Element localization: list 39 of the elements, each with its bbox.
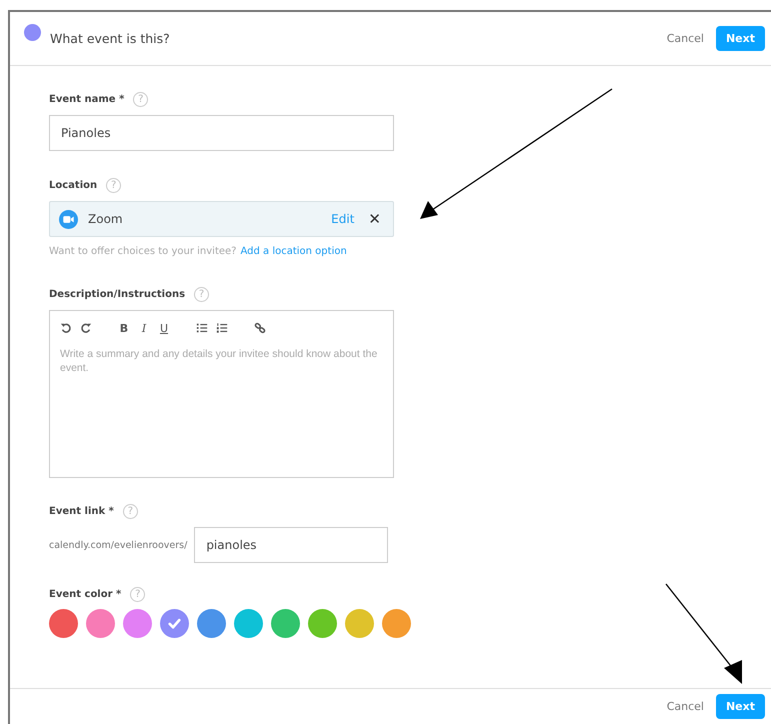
color-swatch[interactable] (123, 609, 152, 638)
color-swatch[interactable] (271, 609, 300, 638)
event-name-field[interactable]: Pianoles (49, 115, 394, 151)
cancel-button[interactable]: Cancel (666, 32, 704, 45)
url-prefix: calendly.com/evelienroovers/ (49, 540, 188, 550)
description-editor[interactable]: B I U Write a summary and any details your invitee should know about the event. (49, 310, 394, 478)
underline-button[interactable]: U (158, 322, 170, 334)
event-dot-icon (24, 24, 41, 41)
cancel-button[interactable]: Cancel (666, 700, 704, 713)
undo-icon[interactable] (60, 322, 72, 334)
location-hint: Want to offer choices to your invitee? (49, 246, 236, 257)
field-label: Event name * (49, 94, 124, 104)
color-swatch[interactable] (308, 609, 337, 638)
video-camera-icon (59, 210, 78, 228)
redo-icon[interactable] (80, 322, 92, 334)
field-label: Location (49, 180, 98, 190)
event-link-field[interactable]: pianoles (194, 527, 388, 563)
dialog-title: What event is this? (50, 31, 170, 46)
edit-link[interactable]: Edit (331, 212, 354, 226)
next-button[interactable]: Next (716, 26, 765, 51)
location-name: Zoom (88, 212, 123, 226)
link-icon[interactable] (254, 322, 266, 334)
color-swatch[interactable] (160, 609, 189, 638)
add-location-link[interactable]: Add a location option (240, 246, 347, 257)
color-swatch[interactable] (345, 609, 374, 638)
italic-button[interactable]: I (138, 322, 150, 334)
bold-button[interactable]: B (118, 322, 130, 334)
numbered-list-icon[interactable] (216, 322, 228, 334)
field-label: Event link * (49, 506, 114, 516)
color-swatch[interactable] (197, 609, 226, 638)
remove-button[interactable]: ✕ (368, 210, 381, 228)
field-label: Event color * (49, 588, 122, 600)
field-label: Description/Instructions (49, 288, 186, 300)
color-swatch[interactable] (49, 609, 78, 638)
color-swatch[interactable] (86, 609, 115, 638)
color-swatch[interactable] (382, 609, 411, 638)
next-button[interactable]: Next (716, 694, 765, 719)
bulleted-list-icon[interactable] (196, 322, 208, 334)
color-swatch[interactable] (234, 609, 263, 638)
